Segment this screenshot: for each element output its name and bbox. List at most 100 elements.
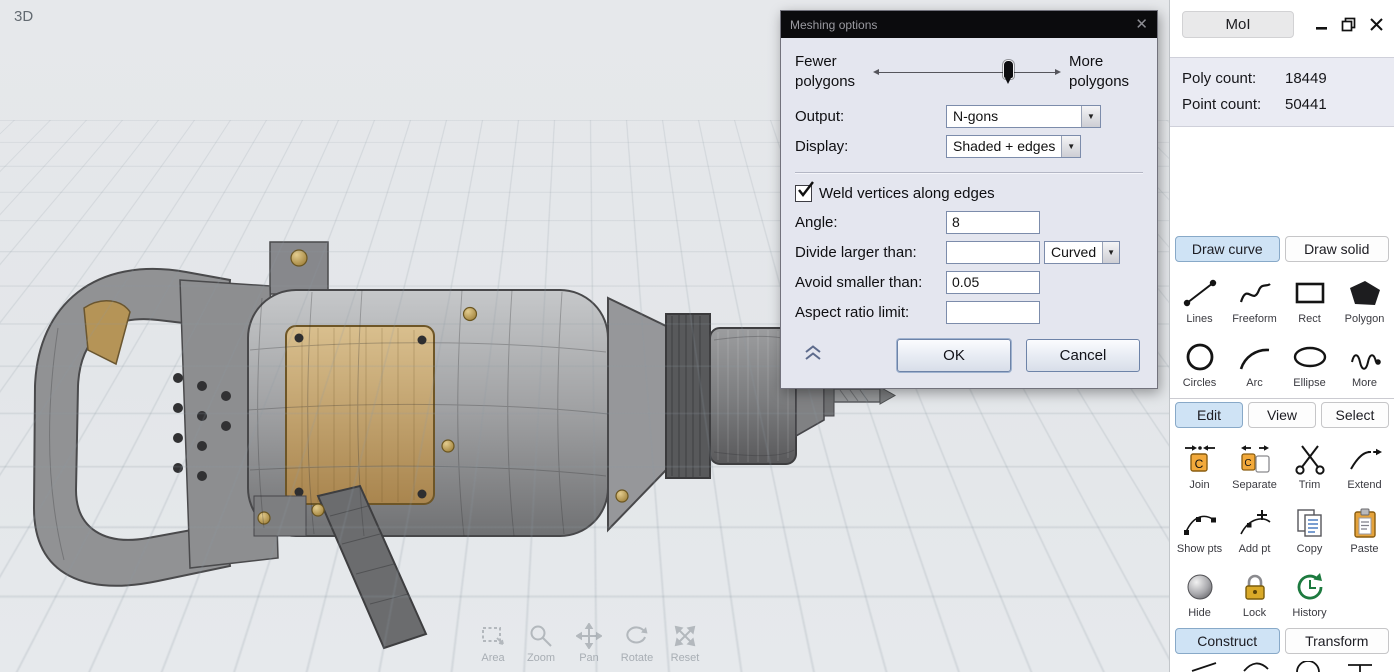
restore-icon[interactable]: [1341, 17, 1356, 32]
sidebar: MoI Poly count: 18449 Point count: 50441: [1170, 0, 1394, 672]
tool-label: Paste: [1350, 543, 1378, 555]
tool-add-pt[interactable]: Add pt: [1227, 494, 1282, 558]
collapse-chevrons-icon[interactable]: [801, 344, 825, 367]
app-title-button[interactable]: MoI: [1182, 11, 1294, 38]
more-polygons-label: More polygons: [1069, 52, 1143, 93]
tool-label: Show pts: [1177, 543, 1222, 555]
chevron-down-icon[interactable]: ▼: [1102, 242, 1119, 263]
tool-more[interactable]: More: [1337, 328, 1392, 392]
weld-vertices-checkbox[interactable]: [795, 185, 812, 202]
lines-icon: [1182, 274, 1218, 312]
area-label: Area: [481, 652, 504, 664]
display-label: Display:: [795, 138, 946, 155]
tool-join[interactable]: C Join: [1172, 430, 1227, 494]
slider-track[interactable]: [875, 72, 1059, 73]
join-icon: C: [1182, 440, 1218, 478]
tool-circles[interactable]: Circles: [1172, 328, 1227, 392]
tab-transform[interactable]: Transform: [1285, 628, 1390, 654]
copy-icon: [1292, 504, 1328, 542]
polygon-icon: [1347, 274, 1383, 312]
chevron-down-icon[interactable]: ▼: [1061, 136, 1080, 157]
tab-edit[interactable]: Edit: [1175, 402, 1243, 428]
tool-lines[interactable]: Lines: [1172, 264, 1227, 328]
display-dropdown[interactable]: Shaded + edges ▼: [946, 135, 1081, 158]
view-nav-toolbar: Area Zoom Pan: [472, 619, 706, 664]
minimize-icon[interactable]: [1315, 17, 1328, 31]
polygon-density-row: Fewer polygons More polygons: [795, 52, 1143, 93]
tool-label: Circles: [1183, 377, 1217, 389]
tool-label: Lock: [1243, 607, 1266, 619]
poly-count-row: Poly count: 18449: [1182, 66, 1394, 92]
rect-icon: [1292, 274, 1328, 312]
tool-freeform[interactable]: Freeform: [1227, 264, 1282, 328]
tool-label: Polygon: [1345, 313, 1385, 325]
tool-hide[interactable]: Hide: [1172, 558, 1227, 622]
tool-arc[interactable]: Arc: [1227, 328, 1282, 392]
tab-draw-curve[interactable]: Draw curve: [1175, 236, 1280, 262]
pan-icon: [576, 619, 602, 649]
tool-label: Ellipse: [1293, 377, 1325, 389]
tool-paste[interactable]: Paste: [1337, 494, 1392, 558]
tab-draw-solid[interactable]: Draw solid: [1285, 236, 1390, 262]
pan-tool[interactable]: Pan: [568, 619, 610, 664]
chevron-down-icon[interactable]: ▼: [1081, 106, 1100, 127]
output-dropdown[interactable]: N-gons ▼: [946, 105, 1101, 128]
area-icon: [480, 619, 506, 649]
tool-label: Join: [1189, 479, 1209, 491]
slider-handle[interactable]: [1003, 60, 1014, 79]
angle-input[interactable]: [946, 211, 1040, 234]
ok-button[interactable]: OK: [897, 339, 1011, 372]
tool-trim[interactable]: Trim: [1282, 430, 1337, 494]
close-icon[interactable]: ✕: [1135, 17, 1148, 32]
poly-count-label: Poly count:: [1182, 66, 1285, 92]
polygon-density-slider[interactable]: [873, 57, 1061, 87]
viewport-label: 3D: [14, 8, 33, 25]
avoid-smaller-label: Avoid smaller than:: [795, 274, 946, 291]
tool-rect[interactable]: Rect: [1282, 264, 1337, 328]
extend-icon: [1347, 440, 1383, 478]
tool-label: Add pt: [1239, 543, 1271, 555]
tool-label: History: [1292, 607, 1326, 619]
zoom-icon: [528, 619, 554, 649]
checkmark-icon: [797, 181, 817, 201]
reset-tool[interactable]: Reset: [664, 619, 706, 664]
tab-view[interactable]: View: [1248, 402, 1316, 428]
tool-label: Freeform: [1232, 313, 1277, 325]
history-icon: [1293, 568, 1327, 606]
tab-select[interactable]: Select: [1321, 402, 1389, 428]
tool-history[interactable]: History: [1282, 558, 1337, 622]
edit-tabs: Edit View Select: [1175, 402, 1389, 428]
divide-unit-dropdown[interactable]: Curved ▼: [1044, 241, 1120, 264]
area-tool[interactable]: Area: [472, 619, 514, 664]
tool-separate[interactable]: C Separate: [1227, 430, 1282, 494]
rotate-tool[interactable]: Rotate: [616, 619, 658, 664]
svg-text:C: C: [1194, 457, 1203, 471]
arc-icon: [1237, 338, 1273, 376]
hide-icon: [1183, 568, 1217, 606]
tool-label: Copy: [1297, 543, 1323, 555]
trim-icon: [1293, 440, 1327, 478]
window-controls: [1315, 17, 1384, 32]
reset-icon: [672, 619, 698, 649]
tool-show-pts[interactable]: Show pts: [1172, 494, 1227, 558]
tool-lock[interactable]: Lock: [1227, 558, 1282, 622]
dialog-separator: [795, 172, 1143, 174]
tool-label: Hide: [1188, 607, 1211, 619]
tool-extend[interactable]: Extend: [1337, 430, 1392, 494]
tool-copy[interactable]: Copy: [1282, 494, 1337, 558]
tool-label: Arc: [1246, 377, 1263, 389]
avoid-smaller-input[interactable]: [946, 271, 1040, 294]
tool-polygon[interactable]: Polygon: [1337, 264, 1392, 328]
divide-larger-input[interactable]: [946, 241, 1040, 264]
close-icon[interactable]: [1369, 17, 1384, 32]
zoom-label: Zoom: [527, 652, 555, 664]
circles-icon: [1182, 338, 1218, 376]
aspect-ratio-input[interactable]: [946, 301, 1040, 324]
cancel-button[interactable]: Cancel: [1026, 339, 1140, 372]
output-value: N-gons: [947, 106, 1081, 127]
dialog-titlebar[interactable]: Meshing options ✕: [781, 11, 1157, 38]
divide-larger-label: Divide larger than:: [795, 244, 946, 261]
tab-construct[interactable]: Construct: [1175, 628, 1280, 654]
zoom-tool[interactable]: Zoom: [520, 619, 562, 664]
tool-ellipse[interactable]: Ellipse: [1282, 328, 1337, 392]
